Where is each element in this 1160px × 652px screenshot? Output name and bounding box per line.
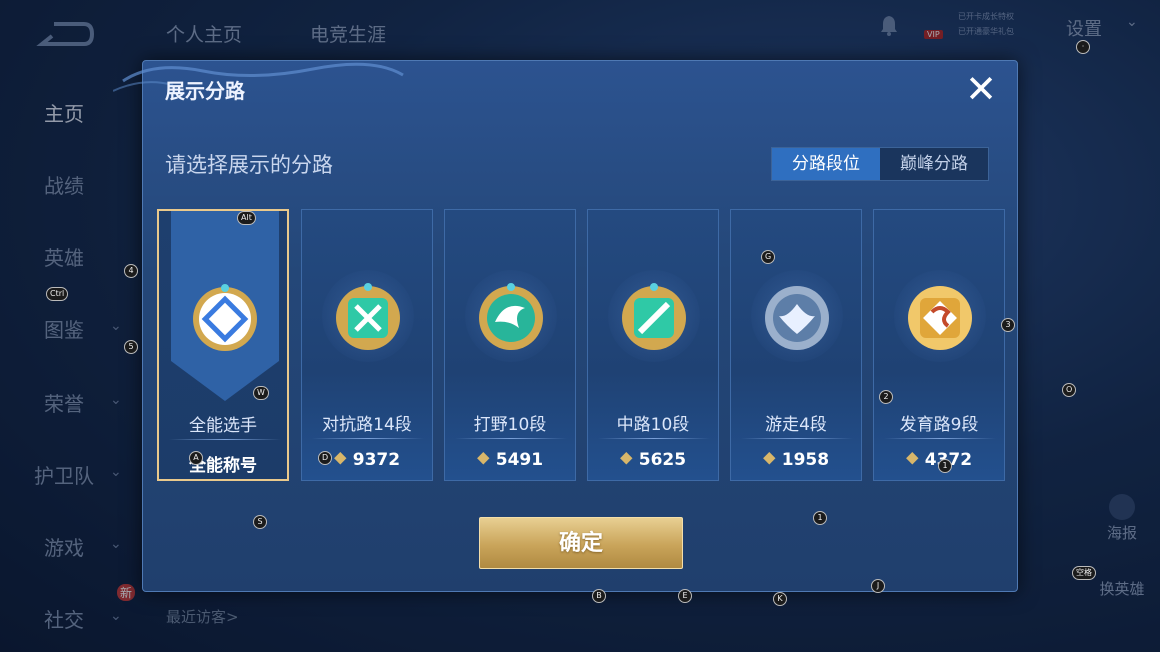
- key-hint-space: 空格: [1072, 566, 1096, 580]
- lane-score: 全能称号: [189, 456, 257, 476]
- mid-lane-emblem-icon: [622, 283, 686, 350]
- lane-card-roam[interactable]: 游走4段 ⯁ 1958: [730, 209, 862, 481]
- close-icon[interactable]: ✕: [961, 69, 1001, 109]
- key-hint-j: J: [871, 579, 885, 593]
- lane-score: ⯁ 1958: [762, 450, 830, 470]
- card-divider: [312, 438, 424, 439]
- key-hint-s: S: [253, 515, 267, 529]
- key-hint-e: E: [678, 589, 692, 603]
- rank-point-icon: ⯁: [905, 450, 919, 469]
- lane-role: 全能选手: [189, 416, 257, 436]
- rank-point-icon: ⯁: [476, 450, 490, 469]
- jungle-emblem-icon: [479, 283, 543, 350]
- all-round-emblem-icon: [193, 284, 257, 351]
- lane-score: ⯁ 5625: [619, 450, 687, 470]
- card-divider: [169, 439, 281, 440]
- lane-role: 发育路9段: [899, 415, 979, 435]
- lane-card-jungle[interactable]: 打野10段 ⯁ 5491: [444, 209, 576, 481]
- card-divider: [455, 438, 567, 439]
- lane-score: ⯁ 5491: [476, 450, 544, 470]
- key-hint-alt: Alt: [237, 211, 256, 225]
- segment-switch: 分路段位 巅峰分路: [771, 147, 989, 181]
- lane-role: 中路10段: [616, 415, 690, 435]
- key-hint-1b: 1: [813, 511, 827, 525]
- rank-point-icon: ⯁: [762, 450, 776, 469]
- lane-card-mid[interactable]: 中路10段 ⯁ 5625: [587, 209, 719, 481]
- tab-lane-rank[interactable]: 分路段位: [772, 148, 880, 180]
- lane-display-modal: 展示分路 ✕ 请选择展示的分路 分路段位 巅峰分路 全能选手 全能称号 对抗路1…: [113, 60, 1018, 592]
- modal-subtitle: 请选择展示的分路: [165, 153, 333, 177]
- rank-point-icon: ⯁: [333, 450, 347, 469]
- lane-card-all-round[interactable]: 全能选手 全能称号: [157, 209, 289, 481]
- lane-card-farm[interactable]: 发育路9段 ⯁4372: [873, 209, 1005, 481]
- key-hint-ctrl: Ctrl: [46, 287, 69, 301]
- lane-role: 对抗路14段: [322, 415, 412, 435]
- confirm-button[interactable]: 确定: [479, 517, 683, 569]
- title-swirl-decoration: [113, 62, 404, 92]
- tab-peak-lane[interactable]: 巅峰分路: [880, 148, 988, 180]
- card-divider: [598, 438, 710, 439]
- modal-title: 展示分路: [165, 79, 245, 103]
- lane-card-clash[interactable]: 对抗路14段 ⯁ 9372: [301, 209, 433, 481]
- key-hint-a: A: [189, 451, 203, 465]
- card-divider: [741, 438, 853, 439]
- key-hint-5: 5: [124, 340, 138, 354]
- lane-role: 游走4段: [765, 415, 827, 435]
- key-hint-w: W: [253, 386, 269, 400]
- key-hint-k: K: [773, 592, 787, 606]
- rank-point-icon: ⯁: [619, 450, 633, 469]
- key-hint-3: 3: [1001, 318, 1015, 332]
- key-hint-dot: ·: [1076, 40, 1090, 54]
- farm-lane-emblem-icon: [908, 286, 972, 350]
- key-hint-1a: 1: [938, 459, 952, 473]
- roam-emblem-icon: [765, 286, 829, 350]
- card-divider: [884, 438, 996, 439]
- clash-lane-emblem-icon: [336, 283, 400, 350]
- key-hint-2: 2: [879, 390, 893, 404]
- lane-role: 打野10段: [473, 415, 547, 435]
- key-hint-4: 4: [124, 264, 138, 278]
- key-hint-b: B: [592, 589, 606, 603]
